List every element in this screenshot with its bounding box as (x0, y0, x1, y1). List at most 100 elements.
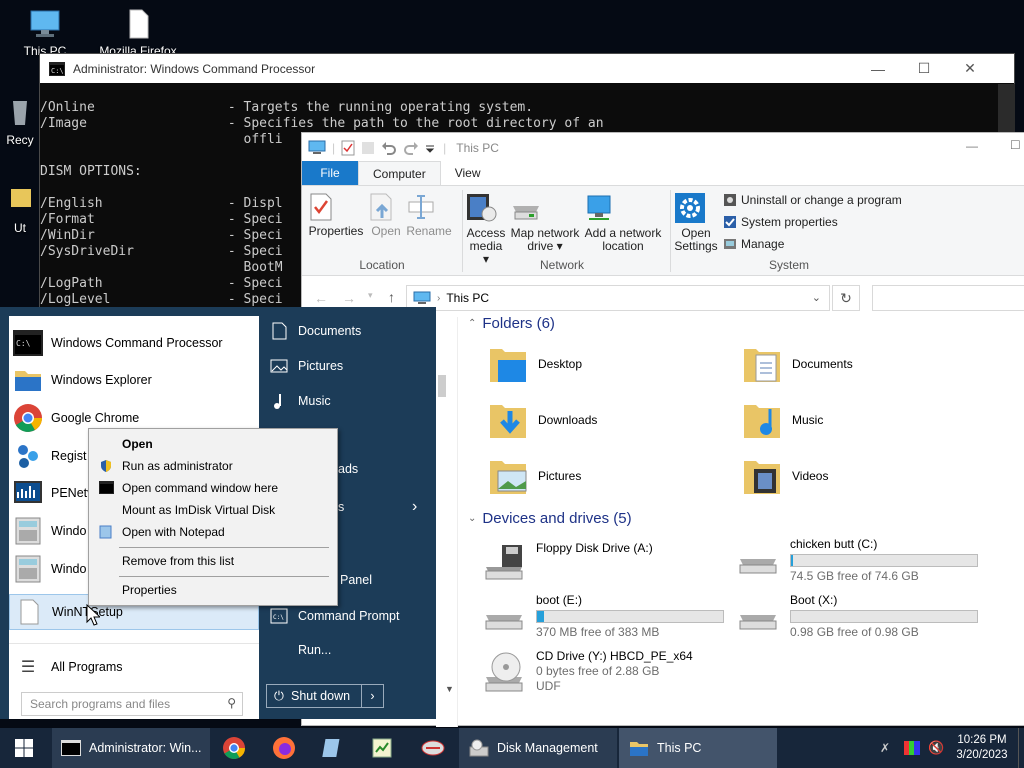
taskbar-app-editor[interactable] (370, 728, 398, 768)
system-properties-button[interactable]: System properties (723, 215, 838, 229)
search-input[interactable] (872, 285, 1024, 311)
forward-button[interactable]: → (342, 290, 356, 306)
tray-volume-muted-icon[interactable]: 🔇 (928, 728, 946, 768)
recent-locations-button[interactable]: ▾ (368, 290, 373, 301)
open-button[interactable]: Open (368, 192, 404, 238)
ctx-open-notepad[interactable]: Open with Notepad (89, 521, 337, 543)
start-button[interactable] (0, 728, 48, 768)
start-right-control-panel[interactable]: Panel (340, 573, 372, 587)
drive-e[interactable]: boot (E:) 370 MB free of 383 MB (482, 593, 724, 640)
maximize-button[interactable]: ☐ (901, 54, 947, 83)
start-search-input[interactable]: Search programs and files ⚲ (21, 692, 243, 716)
taskbar-app-tool[interactable] (420, 728, 448, 768)
calculator-icon (15, 555, 41, 583)
ctx-run-as-admin[interactable]: Run as administrator (89, 455, 337, 477)
address-bar[interactable]: › This PC ⌄ (406, 285, 830, 311)
access-media-button[interactable]: Access media ▾ (465, 192, 507, 266)
clock[interactable]: 10:26 PM 3/20/2023 (950, 728, 1014, 768)
up-button[interactable]: ↑ (388, 289, 395, 305)
devices-header[interactable]: ⌄ Devices and drives (5) (468, 510, 632, 527)
taskbar-chrome[interactable] (222, 728, 250, 768)
tray-display-icon[interactable] (904, 728, 922, 768)
start-right-pictures[interactable]: Pictures (270, 357, 343, 375)
folder-downloads[interactable]: Downloads (488, 399, 597, 441)
shutdown-options-button[interactable]: › (361, 685, 383, 707)
folders-header[interactable]: ⌃ Folders (6) (468, 315, 555, 332)
taskbar-app-pen[interactable] (321, 728, 349, 768)
customize-qat-icon[interactable] (425, 140, 435, 156)
taskbar-disk-management[interactable]: Disk Management (459, 728, 617, 768)
submenu-chevron-icon[interactable]: › (412, 498, 417, 516)
chevron-up-icon: ⌃ (468, 318, 477, 329)
refresh-button[interactable]: ↻ (832, 285, 860, 311)
minimize-button[interactable]: — (966, 139, 978, 153)
tab-view[interactable]: View (441, 161, 495, 185)
new-folder-small-icon[interactable] (361, 140, 375, 156)
start-right-documents[interactable]: Documents (270, 322, 361, 340)
start-right-run[interactable]: Run... (270, 643, 331, 657)
hard-drive-icon (739, 615, 777, 630)
maximize-button[interactable]: ☐ (1010, 138, 1021, 152)
drive-a[interactable]: Floppy Disk Drive (A:) (482, 541, 653, 581)
properties-icon (308, 192, 364, 222)
ctx-open[interactable]: Open (89, 433, 337, 455)
drive-y[interactable]: CD Drive (Y:) HBCD_PE_x64 0 bytes free of… (482, 649, 693, 694)
folder-icon (3, 185, 37, 217)
desktop-icon-firefox[interactable]: Mozilla Firefox (98, 8, 178, 58)
taskbar-this-pc[interactable]: This PC (619, 728, 777, 768)
properties-small-icon[interactable] (341, 140, 355, 156)
folder-pictures[interactable]: Pictures (488, 455, 581, 497)
document-icon (272, 322, 287, 340)
minimize-button[interactable]: — (855, 54, 901, 83)
start-right-command-prompt[interactable]: C:\ Command Prompt (270, 608, 399, 624)
ctx-open-cmd[interactable]: Open command window here (89, 477, 337, 499)
navigation-pane[interactable] (436, 317, 458, 727)
music-folder-icon (744, 405, 780, 438)
drive-x[interactable]: Boot (X:) 0.98 GB free of 0.98 GB (736, 593, 978, 640)
folder-documents[interactable]: Documents (742, 343, 853, 385)
network-location-icon (583, 192, 663, 224)
start-item-explorer[interactable]: Windows Explorer (9, 361, 259, 399)
folder-desktop[interactable]: Desktop (488, 343, 582, 385)
ctx-mount-imdisk[interactable]: Mount as ImDisk Virtual Disk (89, 499, 337, 521)
tray-network-icon[interactable]: ✗ (880, 728, 896, 768)
picture-icon (270, 359, 288, 373)
ctx-remove-from-list[interactable]: Remove from this list (89, 550, 337, 572)
properties-button[interactable]: Properties (308, 192, 364, 238)
drive-c[interactable]: chicken butt (C:) 74.5 GB free of 74.6 GB (736, 537, 978, 584)
ctx-properties[interactable]: Properties (89, 579, 337, 601)
start-item-cmd[interactable]: C:\ Windows Command Processor (9, 324, 259, 362)
rename-button[interactable]: Rename (406, 192, 452, 238)
shutdown-button[interactable]: ⏻ Shut down › (266, 684, 384, 708)
start-right-settings[interactable]: s (338, 500, 344, 514)
cmd-icon (61, 740, 81, 756)
scrollbar-down-arrow[interactable]: ▼ (445, 684, 454, 694)
folder-music[interactable]: Music (742, 399, 823, 441)
tab-file[interactable]: File (302, 161, 358, 185)
folder-videos[interactable]: Videos (742, 455, 828, 497)
map-network-drive-button[interactable]: Map network drive ▾ (509, 192, 581, 253)
desktop-icon-this-pc[interactable]: This PC (5, 8, 85, 58)
scrollbar-thumb[interactable] (438, 375, 446, 397)
show-desktop-button[interactable] (1018, 728, 1024, 768)
taskbar-cmd-task[interactable]: Administrator: Win... (52, 728, 210, 768)
open-settings-button[interactable]: Open Settings (674, 192, 718, 253)
registry-icon (18, 445, 38, 468)
svg-text:C:\: C:\ (51, 67, 64, 75)
manage-button[interactable]: Manage (723, 237, 784, 251)
add-network-location-button[interactable]: Add a network location (583, 192, 663, 253)
redo-icon[interactable] (403, 140, 419, 156)
start-right-downloads[interactable]: ads (338, 462, 358, 476)
start-right-music[interactable]: Music (270, 392, 331, 410)
disk-management-icon (469, 739, 489, 757)
close-button[interactable]: ✕ (947, 54, 993, 83)
taskbar: Administrator: Win... Disk Management Th… (0, 728, 1024, 768)
undo-icon[interactable] (381, 140, 397, 156)
tool-icon (421, 740, 445, 756)
uninstall-program-button[interactable]: Uninstall or change a program (723, 193, 902, 207)
back-button[interactable]: ← (314, 290, 328, 306)
tab-computer[interactable]: Computer (358, 161, 441, 185)
chevron-down-icon[interactable]: ⌄ (812, 291, 821, 304)
taskbar-firefox[interactable] (272, 728, 300, 768)
all-programs-button[interactable]: ☰ All Programs (9, 648, 259, 686)
